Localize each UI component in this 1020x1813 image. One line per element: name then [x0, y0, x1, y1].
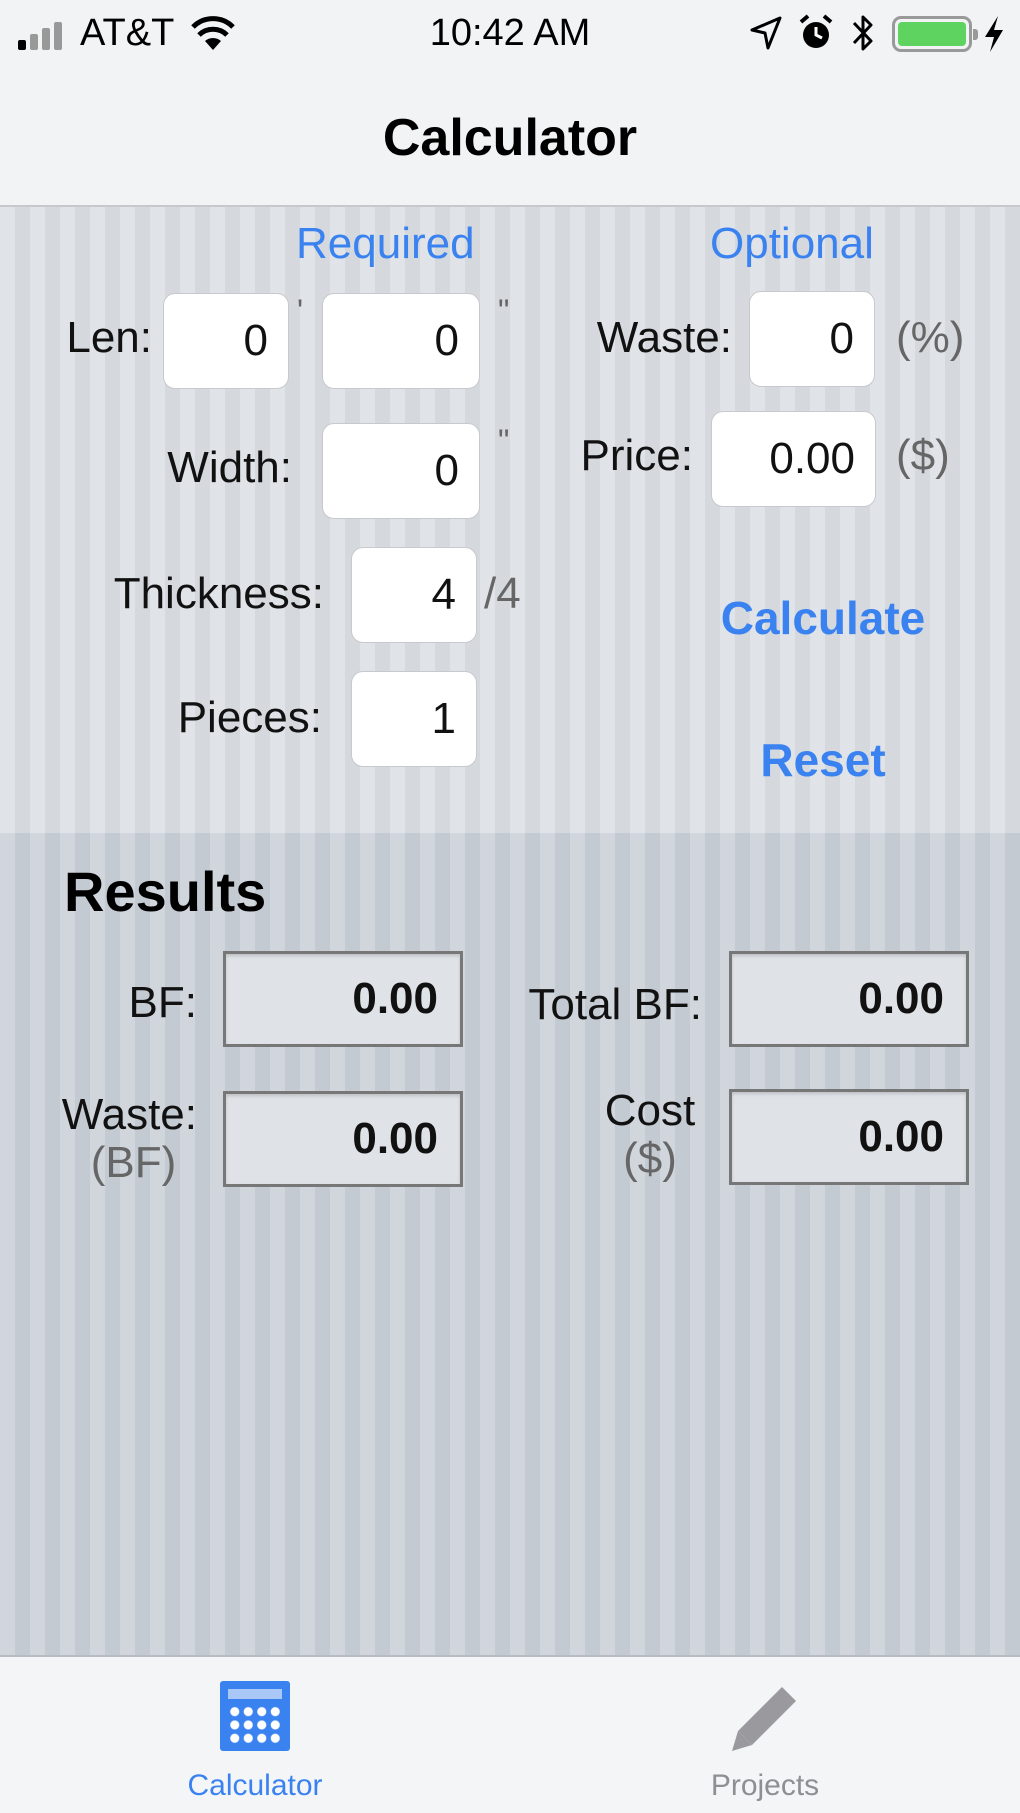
bf-result: 0.00 — [223, 951, 463, 1047]
total-bf-label: Total BF: — [528, 980, 702, 1029]
required-heading: Required — [296, 219, 475, 268]
cost-label: Cost — [604, 1086, 696, 1135]
tab-projects-label: Projects — [710, 1769, 820, 1802]
length-inches-input[interactable]: 0 — [322, 293, 480, 389]
battery-icon — [892, 16, 978, 52]
results-panel: Results BF: 0.00 Total BF: 0.00 Waste: (… — [0, 833, 1020, 1655]
calculator-icon — [220, 1681, 290, 1751]
pencil-icon — [732, 1687, 796, 1751]
width-unit: " — [498, 423, 510, 459]
price-label: Price: — [580, 431, 693, 480]
location-arrow-icon — [750, 16, 782, 50]
waste-result: 0.00 — [223, 1091, 463, 1187]
waste-bf-label: Waste: (BF) — [40, 1091, 197, 1187]
reset-button[interactable]: Reset — [720, 733, 926, 787]
thickness-label: Thickness: — [113, 569, 324, 618]
thickness-unit: /4 — [484, 569, 521, 618]
waste-result-label: Waste: — [61, 1090, 197, 1139]
tab-calculator[interactable]: Calculator — [125, 1657, 385, 1813]
length-feet-input[interactable]: 0 — [163, 293, 289, 389]
waste-unit: (%) — [896, 313, 965, 362]
waste-result-unit: (BF) — [90, 1138, 177, 1187]
navigation-bar: Calculator — [0, 70, 1020, 207]
charging-bolt-icon — [985, 16, 1003, 52]
price-unit: ($) — [896, 431, 950, 480]
bluetooth-icon — [852, 15, 873, 51]
cost-result: 0.00 — [729, 1089, 969, 1185]
thickness-input[interactable]: 4 — [351, 547, 477, 643]
page-title: Calculator — [382, 109, 638, 167]
calculate-button[interactable]: Calculate — [700, 591, 946, 645]
tab-bar: Calculator Projects — [0, 1655, 1020, 1813]
total-bf-result: 0.00 — [729, 951, 969, 1047]
tab-projects[interactable]: Projects — [635, 1657, 895, 1813]
feet-unit: ' — [297, 293, 304, 329]
length-label: Len: — [66, 313, 152, 362]
inches-unit: " — [498, 293, 510, 329]
width-label: Width: — [167, 443, 292, 492]
pieces-input[interactable]: 1 — [351, 671, 477, 767]
input-panel: Required Optional Len: 0 ' 0 " Waste: 0 … — [0, 207, 1020, 833]
waste-label: Waste: — [596, 313, 732, 362]
alarm-icon — [799, 14, 833, 48]
price-input[interactable]: 0.00 — [711, 411, 876, 507]
waste-input[interactable]: 0 — [749, 291, 875, 387]
cost-unit: ($) — [623, 1134, 677, 1183]
cost-label-group: Cost ($) — [590, 1087, 710, 1183]
results-heading: Results — [64, 860, 267, 923]
tab-calculator-label: Calculator — [187, 1769, 323, 1802]
status-bar: AT&T 10:42 AM — [0, 0, 1020, 70]
optional-heading: Optional — [710, 219, 874, 268]
pieces-label: Pieces: — [177, 693, 322, 742]
bf-label: BF: — [128, 978, 197, 1027]
width-input[interactable]: 0 — [322, 423, 480, 519]
